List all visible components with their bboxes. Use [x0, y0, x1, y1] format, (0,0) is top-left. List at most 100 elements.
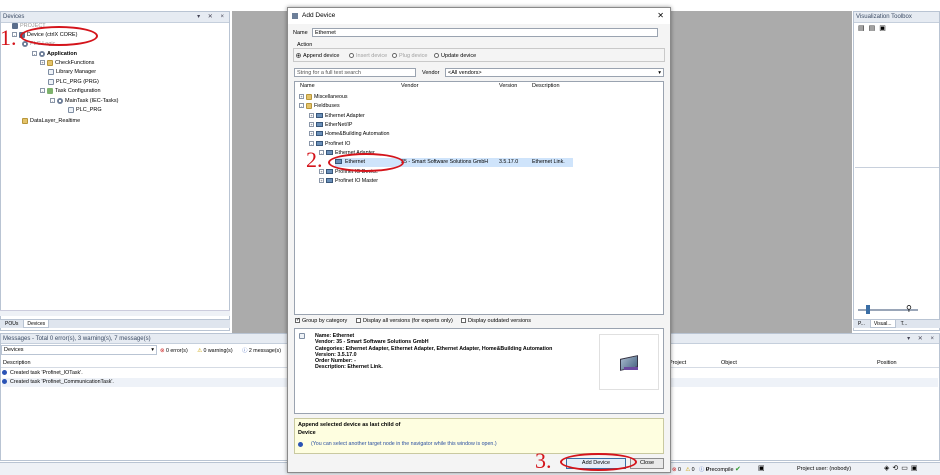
devices-scrollbar[interactable]	[0, 310, 230, 316]
dialog-title: Add Device	[302, 12, 336, 19]
messages-filter[interactable]: Devices ▾	[1, 345, 157, 355]
expand-icon[interactable]: +	[40, 60, 45, 66]
collapse-icon[interactable]: -	[50, 98, 55, 104]
list-item[interactable]: + Miscellaneous	[295, 93, 663, 102]
tray-window-icon[interactable]: ▣	[911, 465, 921, 472]
col-version[interactable]: Version	[499, 83, 517, 89]
toolbox-category-icon[interactable]: ▤	[858, 25, 869, 32]
col-description[interactable]: Description	[3, 358, 31, 368]
dropdown-arrow-icon[interactable]: ▾	[658, 69, 661, 76]
collapse-icon[interactable]: -	[299, 103, 304, 109]
radio-insert-device[interactable]: Insert device	[349, 53, 387, 59]
collapse-icon[interactable]: -	[309, 141, 314, 147]
device-name-input[interactable]: Ethernet	[312, 28, 658, 37]
vendor-label: Vendor	[422, 70, 440, 76]
datalayer-icon	[22, 117, 28, 124]
toolbox-image-icon[interactable]: ▣	[879, 25, 890, 32]
pou-icon	[68, 106, 74, 113]
task-icon	[57, 97, 63, 104]
status-toggle-icon[interactable]: ▣	[758, 464, 765, 472]
toolbox-search-icon[interactable]: ⚲	[906, 304, 912, 313]
tree-item-plc-prg-call[interactable]: PLC_PRG	[68, 106, 102, 115]
zoom-slider-thumb[interactable]	[866, 305, 870, 314]
info-icon	[2, 370, 7, 376]
radio-icon	[392, 53, 397, 59]
col-object[interactable]: Object	[721, 358, 737, 368]
vendor-select[interactable]: <All vendors> ▾	[445, 68, 664, 77]
tree-item-task-configuration[interactable]: - Task Configuration	[40, 87, 101, 96]
building-automation-icon	[316, 131, 323, 137]
panel-controls[interactable]: ▾ ✕ ×	[197, 12, 227, 23]
profinet-icon	[316, 141, 323, 147]
library-icon	[48, 68, 54, 75]
col-description[interactable]: Description	[532, 83, 560, 89]
close-icon[interactable]: ✕	[657, 8, 664, 24]
annotation-oval-3	[560, 453, 637, 471]
visualization-toolbox: Visualization Toolbox	[853, 11, 940, 331]
dropdown-arrow-icon[interactable]: ▾	[151, 346, 154, 355]
status-info-icon: ⓘ	[699, 467, 705, 473]
tree-item-checkfunctions[interactable]: + CheckFunctions	[40, 59, 94, 68]
tab-visualization[interactable]: Visual...	[869, 320, 896, 328]
profinet-master-icon	[326, 178, 333, 184]
tree-item-library-manager[interactable]: Library Manager	[48, 68, 96, 77]
col-vendor[interactable]: Vendor	[401, 83, 418, 89]
group-by-category-checkbox[interactable]: Group by category	[295, 317, 347, 324]
tree-item-datalayer[interactable]: DataLayer_Realtime	[22, 117, 80, 126]
info-text: Name: Ethernet Vendor: 35 - Smart Softwa…	[315, 333, 552, 371]
expand-icon[interactable]: +	[319, 178, 324, 184]
toolbox-splitter[interactable]	[855, 167, 939, 170]
error-filter-button[interactable]: ⊗ 0 error(s)	[160, 348, 188, 354]
message-row[interactable]: Created task 'Profinet_IOTask'.	[2, 369, 83, 378]
expand-icon[interactable]: +	[309, 131, 314, 137]
display-outdated-checkbox[interactable]: Display outdated versions	[461, 318, 531, 324]
list-item[interactable]: + Profinet IO Master	[295, 177, 663, 186]
col-project[interactable]: Project	[669, 358, 686, 368]
radio-update-device[interactable]: Update device	[434, 53, 476, 59]
folder-icon	[306, 93, 312, 100]
message-filter-button[interactable]: ⓘ 2 message(s)	[242, 348, 281, 354]
fulltext-search-input[interactable]: String for a full text search	[294, 68, 416, 77]
toolbox-icons: ▤▤▣	[858, 24, 890, 32]
list-item[interactable]: - Profinet IO	[295, 140, 663, 149]
col-name[interactable]: Name	[300, 83, 315, 89]
expand-icon[interactable]: +	[309, 122, 314, 128]
col-position[interactable]: Position	[877, 358, 897, 368]
status-tray-icons[interactable]: ◈⟲▭▣	[884, 464, 921, 472]
collapse-icon[interactable]: -	[32, 51, 37, 57]
collapse-icon[interactable]: -	[40, 88, 45, 94]
project-user: Project user: (nobody)	[797, 466, 852, 472]
radio-append-device[interactable]: Append device	[296, 53, 339, 59]
list-item[interactable]: + EtherNet/IP	[295, 121, 663, 130]
ethernet-adapter-icon	[326, 150, 333, 156]
tab-pous[interactable]: POUs	[2, 320, 21, 328]
radio-icon	[434, 53, 439, 59]
precompile-status[interactable]: Precompile ✔	[706, 465, 741, 473]
devices-panel: Devices ▾ ✕ ×	[0, 11, 230, 331]
devices-bottom-tabs: POUs Devices	[0, 319, 230, 328]
tree-item-application[interactable]: - Application	[32, 50, 77, 59]
tab-properties[interactable]: P...	[855, 320, 868, 328]
expand-icon[interactable]: +	[299, 94, 304, 100]
list-item[interactable]: - Fieldbuses	[295, 102, 663, 111]
panel-controls[interactable]: ▾ ✕ ×	[907, 334, 937, 344]
list-item[interactable]: + Home&Building Automation	[295, 130, 663, 139]
append-hint: (You can select another target node in t…	[311, 441, 497, 447]
tab-toolbox[interactable]: T...	[898, 320, 911, 328]
tray-refresh-icon[interactable]: ⟲	[892, 465, 901, 472]
tree-item-maintask[interactable]: - MainTask (IEC-Tasks)	[50, 97, 118, 106]
list-item[interactable]: + Ethernet Adapter	[295, 112, 663, 121]
radio-plug-device[interactable]: Plug device	[392, 53, 427, 59]
tree-item-plc-prg[interactable]: PLC_PRG (PRG)	[48, 78, 99, 87]
append-info-box: Append selected device as last child of …	[294, 418, 664, 454]
annotation-oval-1	[20, 26, 98, 46]
status-counters: ⊗ 0 ⚠ 0 ⓘ 0	[672, 467, 709, 473]
device-list[interactable]: Name Vendor Version Description + Miscell…	[294, 81, 664, 315]
tray-monitor-icon[interactable]: ▭	[901, 465, 911, 472]
warning-filter-button[interactable]: ⚠ 0 warning(s)	[197, 348, 232, 354]
toolbox-category-icon[interactable]: ▤	[869, 25, 880, 32]
tab-devices[interactable]: Devices	[23, 320, 50, 328]
device-info-panel: Name: Ethernet Vendor: 35 - Smart Softwa…	[294, 328, 664, 414]
display-all-versions-checkbox[interactable]: Display all versions (for experts only)	[356, 318, 453, 324]
expand-icon[interactable]: +	[309, 113, 314, 119]
